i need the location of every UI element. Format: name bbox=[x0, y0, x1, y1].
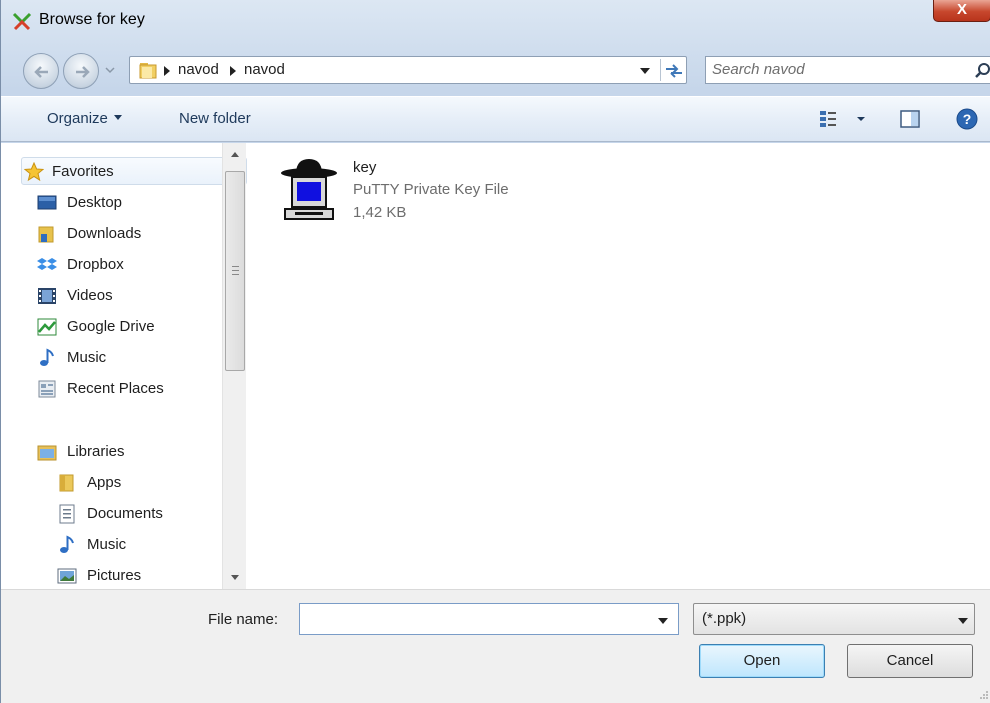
nav-item-label: Videos bbox=[67, 287, 113, 304]
browse-dialog: Browse for key X navod navod Search navo… bbox=[0, 0, 990, 703]
nav-item-libraries[interactable]: Libraries bbox=[15, 438, 225, 466]
cancel-button[interactable]: Cancel bbox=[847, 644, 973, 678]
divider bbox=[660, 59, 661, 81]
back-arrow-icon bbox=[34, 66, 48, 78]
dialog-footer: File name: (*.ppk) Open Cancel bbox=[1, 589, 990, 703]
search-icon[interactable] bbox=[974, 62, 990, 80]
nav-item-documents[interactable]: Documents bbox=[15, 500, 225, 528]
file-type: PuTTY Private Key File bbox=[353, 181, 509, 198]
nav-item-label: Recent Places bbox=[67, 380, 164, 397]
resize-grip-icon[interactable] bbox=[979, 690, 989, 700]
star-icon bbox=[24, 162, 44, 182]
putty-key-file-icon bbox=[281, 159, 337, 220]
videos-icon bbox=[38, 288, 56, 304]
file-size: 1,42 KB bbox=[353, 204, 407, 221]
main-area: Favorites Desktop Downloads Dropbox Vide… bbox=[1, 143, 990, 589]
new-folder-button[interactable]: New folder bbox=[179, 110, 251, 127]
nav-item-label: Favorites bbox=[52, 163, 114, 180]
nav-item-label: Documents bbox=[87, 505, 163, 522]
scroll-down-icon[interactable] bbox=[231, 575, 239, 580]
file-name-combobox[interactable] bbox=[299, 603, 679, 635]
apps-folder-icon bbox=[59, 474, 74, 492]
nav-item-desktop[interactable]: Desktop bbox=[15, 189, 225, 217]
music-note-icon bbox=[60, 535, 74, 553]
breadcrumb-separator-icon[interactable] bbox=[164, 66, 170, 76]
address-bar[interactable]: navod navod bbox=[129, 56, 687, 84]
file-item[interactable]: key PuTTY Private Key File 1,42 KB bbox=[277, 157, 577, 227]
organize-button[interactable]: Organize bbox=[47, 110, 122, 127]
refresh-icon[interactable] bbox=[663, 61, 685, 81]
nav-item-label: Music bbox=[67, 349, 107, 366]
forward-button[interactable] bbox=[63, 53, 99, 89]
pictures-icon bbox=[57, 568, 77, 584]
change-view-icon[interactable] bbox=[819, 108, 869, 130]
breadcrumb-item[interactable]: navod bbox=[178, 61, 219, 78]
chevron-down-icon bbox=[958, 618, 968, 624]
file-name-label: File name: bbox=[208, 611, 279, 628]
putty-app-icon bbox=[12, 12, 32, 31]
file-name: key bbox=[353, 159, 377, 176]
open-button[interactable]: Open bbox=[699, 644, 825, 678]
file-name-input[interactable] bbox=[304, 610, 644, 627]
desktop-icon bbox=[37, 195, 57, 210]
file-type-filter-value: (*.ppk) bbox=[702, 610, 747, 627]
forward-arrow-icon bbox=[76, 66, 90, 78]
file-type-filter-select[interactable]: (*.ppk) bbox=[693, 603, 975, 635]
close-button[interactable]: X bbox=[933, 0, 990, 22]
scroll-up-icon[interactable] bbox=[231, 152, 239, 157]
nav-item-apps[interactable]: Apps bbox=[15, 469, 225, 497]
nav-item-label: Desktop bbox=[67, 194, 123, 211]
help-icon[interactable]: ? bbox=[956, 108, 978, 130]
nav-item-downloads[interactable]: Downloads bbox=[15, 220, 225, 248]
downloads-folder-icon bbox=[38, 226, 54, 243]
recent-pages-dropdown-icon[interactable] bbox=[103, 62, 117, 78]
folder-icon bbox=[139, 63, 157, 79]
nav-item-pictures[interactable]: Pictures bbox=[15, 562, 225, 590]
preview-pane-icon[interactable] bbox=[899, 109, 921, 129]
nav-item-recent-places[interactable]: Recent Places bbox=[15, 375, 225, 403]
search-box[interactable] bbox=[705, 56, 990, 84]
google-drive-icon bbox=[37, 318, 57, 336]
nav-item-google-drive[interactable]: Google Drive bbox=[15, 313, 225, 341]
breadcrumb-separator-icon[interactable] bbox=[230, 66, 236, 76]
nav-item-label: Downloads bbox=[67, 225, 142, 242]
nav-item-favorites[interactable]: Favorites bbox=[21, 157, 247, 185]
nav-item-label: Google Drive bbox=[67, 318, 155, 335]
chevron-down-icon[interactable] bbox=[658, 618, 668, 624]
grip-icon bbox=[232, 266, 239, 275]
documents-icon bbox=[59, 504, 75, 524]
nav-item-label: Music bbox=[87, 536, 127, 553]
file-list: key PuTTY Private Key File 1,42 KB bbox=[247, 143, 990, 589]
address-dropdown-icon[interactable] bbox=[640, 68, 650, 74]
recent-places-icon bbox=[38, 380, 56, 398]
search-input[interactable] bbox=[712, 61, 952, 78]
nav-item-label: Apps bbox=[87, 474, 122, 491]
window-title: Browse for key bbox=[39, 11, 145, 28]
organize-label: Organize bbox=[47, 110, 108, 127]
scrollbar-thumb[interactable] bbox=[225, 171, 245, 371]
nav-item-dropbox[interactable]: Dropbox bbox=[15, 251, 225, 279]
title-bar: Browse for key X bbox=[1, 0, 990, 42]
nav-item-label: Libraries bbox=[67, 443, 125, 460]
nav-item-label: Dropbox bbox=[67, 256, 124, 273]
nav-item-label: Pictures bbox=[87, 567, 142, 584]
dropbox-icon bbox=[37, 258, 57, 270]
breadcrumb-item[interactable]: navod bbox=[244, 61, 285, 78]
command-bar: Organize New folder ? bbox=[1, 96, 990, 142]
music-note-icon bbox=[40, 348, 54, 366]
chevron-down-icon bbox=[113, 115, 122, 120]
nav-scrollbar[interactable] bbox=[222, 143, 246, 589]
nav-item-library-music[interactable]: Music bbox=[15, 531, 225, 559]
libraries-icon bbox=[37, 445, 57, 461]
back-button[interactable] bbox=[23, 53, 59, 89]
navigation-pane: Favorites Desktop Downloads Dropbox Vide… bbox=[1, 143, 247, 590]
svg-text:?: ? bbox=[963, 111, 972, 127]
nav-item-videos[interactable]: Videos bbox=[15, 282, 225, 310]
nav-item-music[interactable]: Music bbox=[15, 344, 225, 372]
